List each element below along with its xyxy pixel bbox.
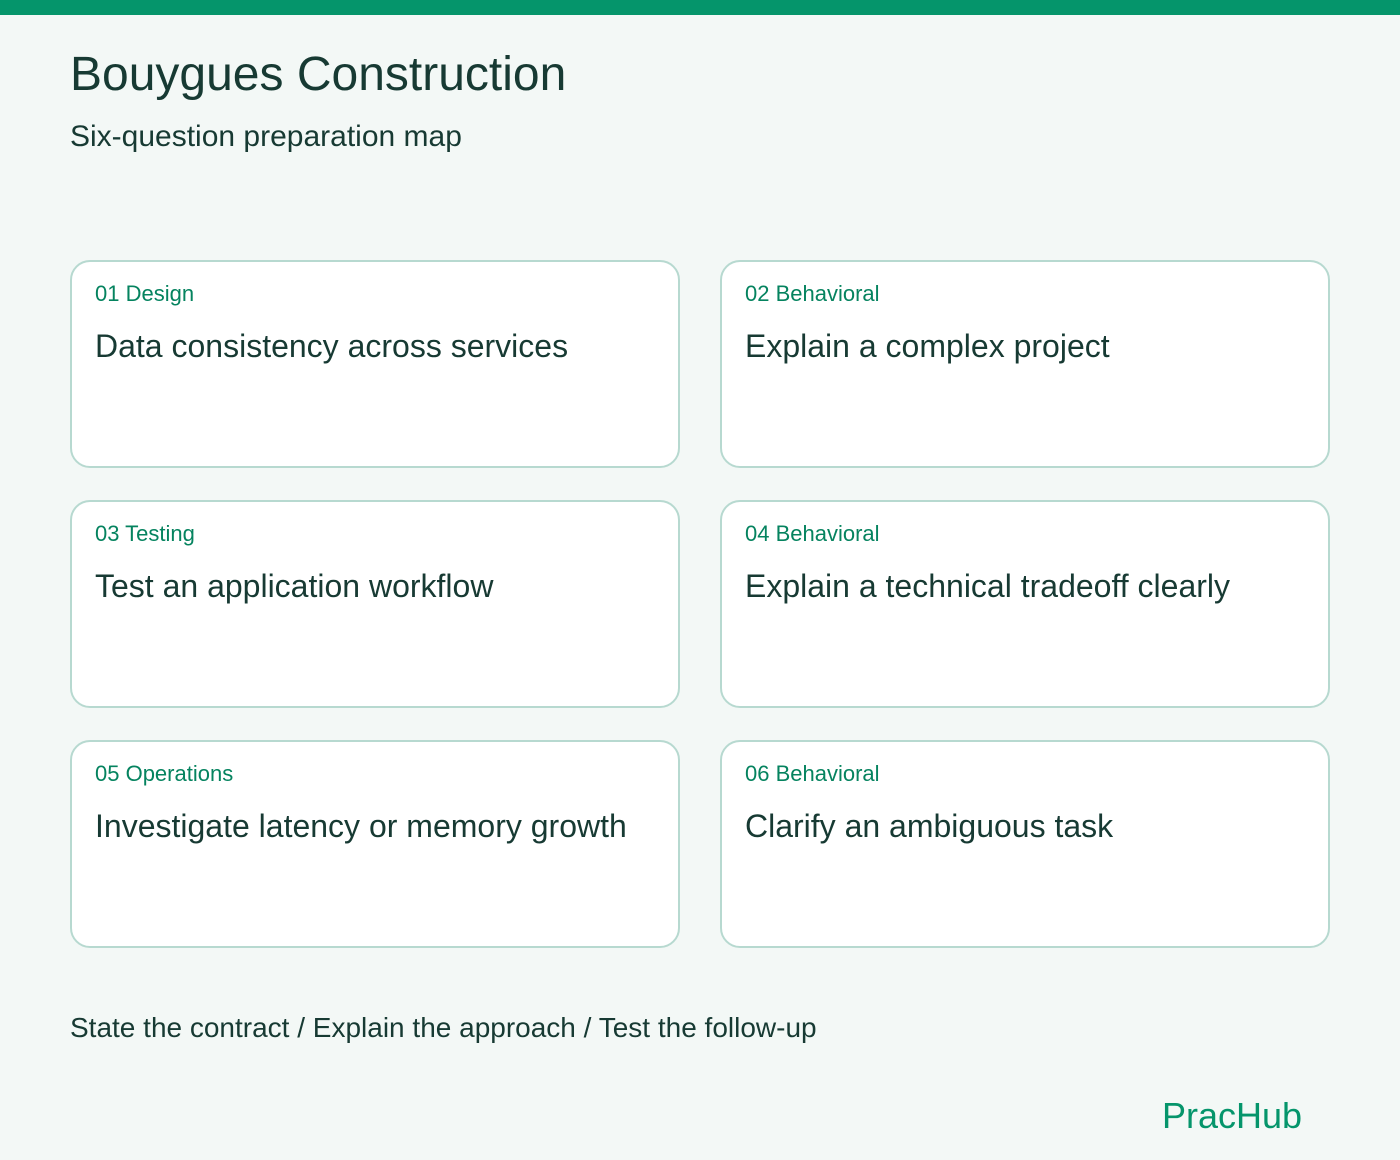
- page-subtitle: Six-question preparation map: [70, 120, 462, 153]
- question-card-5[interactable]: 05 Operations Investigate latency or mem…: [70, 740, 680, 948]
- preparation-steps: State the contract / Explain the approac…: [70, 1012, 817, 1043]
- question-card-title: Investigate latency or memory growth: [95, 808, 627, 844]
- question-card-tag: 06 Behavioral: [745, 761, 880, 786]
- question-card-4[interactable]: 04 Behavioral Explain a technical tradeo…: [720, 500, 1330, 708]
- question-card-tag: 04 Behavioral: [745, 521, 880, 546]
- question-card-6[interactable]: 06 Behavioral Clarify an ambiguous task: [720, 740, 1330, 948]
- question-card-tag: 01 Design: [95, 281, 195, 306]
- question-card-1[interactable]: 01 Design Data consistency across servic…: [70, 260, 680, 468]
- question-card-2[interactable]: 02 Behavioral Explain a complex project: [720, 260, 1330, 468]
- question-card-tag: 03 Testing: [95, 521, 195, 546]
- page-title: Bouygues Construction: [70, 48, 567, 101]
- brand-logo: PracHub: [1161, 1095, 1302, 1136]
- top-accent-bar: [0, 0, 1400, 15]
- question-card-3[interactable]: 03 Testing Test an application workflow: [70, 500, 680, 708]
- question-card-title: Explain a technical tradeoff clearly: [745, 568, 1231, 604]
- question-card-title: Explain a complex project: [745, 328, 1110, 364]
- question-card-title: Test an application workflow: [95, 568, 494, 604]
- question-card-title: Data consistency across services: [95, 328, 569, 364]
- question-card-tag: 05 Operations: [95, 761, 234, 786]
- question-card-tag: 02 Behavioral: [745, 281, 880, 306]
- question-card-title: Clarify an ambiguous task: [745, 808, 1114, 844]
